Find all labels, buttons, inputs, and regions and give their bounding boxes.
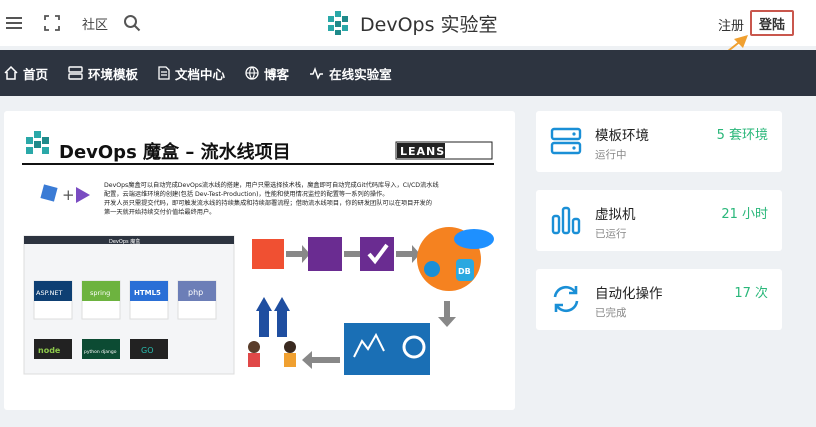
tech-stack-icon: + (40, 184, 90, 204)
banner-image: DevOps 魔盒 – 流水线项目 LEANSOFT + DevOps魔盒可以自… (22, 131, 494, 375)
tile-html5: HTML5 (134, 289, 161, 297)
banner-card[interactable]: DevOps 魔盒 – 流水线项目 LEANSOFT + DevOps魔盒可以自… (4, 111, 515, 410)
community-link[interactable]: 社区 (82, 14, 108, 33)
tile-go: GO (141, 346, 154, 355)
stat-value: 17 次 (734, 286, 768, 301)
stat-card-automation[interactable]: 自动化操作 已完成 17 次 (536, 269, 782, 330)
nav-templates[interactable]: 环境模板 (68, 64, 138, 83)
sync-icon (553, 285, 579, 313)
stat-value: 21 小时 (721, 207, 768, 222)
nav-templates-label: 环境模板 (88, 66, 139, 82)
document-icon (158, 66, 170, 80)
globe-icon (245, 66, 259, 80)
stat-name: 模板环境 (595, 128, 649, 144)
banner-desc-4: 第一天就开始持续交付价值给最终用户。 (104, 208, 215, 216)
tile-node: node (38, 346, 61, 355)
nav-home-label: 首页 (23, 66, 49, 82)
tile-aspnet: ASP.NET (36, 289, 63, 297)
server-icon (550, 127, 582, 155)
menu-icon[interactable] (4, 13, 24, 33)
nav-docs[interactable]: 文档中心 (158, 64, 225, 83)
svg-text:+: + (62, 186, 75, 204)
banner-desc-3: 开发人员只需提交代码，即可触发流水线的持续集成和持续部署流程；借助流水线项目，你… (104, 199, 432, 207)
stat-sub: 已运行 (595, 228, 627, 240)
stat-sub: 运行中 (595, 149, 627, 161)
banner-desc-2: 配置，云端运维环境的创建(包括 Dev-Test-Production)，性能和… (104, 190, 388, 198)
nav-online-lab[interactable]: 在线实验室 (309, 64, 392, 83)
stat-name: 自动化操作 (595, 286, 663, 302)
home-icon (4, 66, 18, 80)
tile-spring: spring (90, 289, 110, 297)
bar-chart-icon (551, 206, 581, 235)
mini-title: DevOps 魔盒 (109, 238, 140, 245)
nav-blog[interactable]: 博客 (245, 64, 289, 83)
stat-card-vm[interactable]: 虚拟机 已运行 21 小时 (536, 190, 782, 251)
pulse-icon (310, 66, 324, 80)
pipeline-diagram: DB (248, 227, 494, 375)
db-label: DB (458, 267, 471, 276)
tile-php: php (188, 288, 203, 297)
banner-desc-1: DevOps魔盒可以自动完成DevOps流水线的搭建，用户只需选择技术栈，魔盒即… (104, 181, 439, 189)
stat-card-templates[interactable]: 模板环境 运行中 5 套环境 (536, 111, 782, 172)
stat-sub: 已完成 (595, 307, 627, 319)
mini-screenshot: DevOps 魔盒 ASP.NET spring HTML5 php node … (23, 235, 235, 375)
nav-blog-label: 博客 (264, 66, 290, 82)
brand[interactable]: DevOps 实验室 (328, 10, 498, 36)
banner-logo-icon (26, 131, 49, 154)
fullscreen-icon[interactable] (42, 13, 62, 33)
stat-value: 5 套环境 (716, 128, 768, 143)
banner-title: DevOps 魔盒 – 流水线项目 (59, 141, 291, 163)
stat-name: 虚拟机 (595, 207, 636, 223)
nav-online-lab-label: 在线实验室 (329, 66, 392, 82)
main-nav: 首页 环境模板 文档中心 博客 在线实验室 (0, 50, 816, 96)
search-icon[interactable] (122, 13, 142, 33)
logo-icon (328, 11, 348, 35)
tile-django: python django (84, 349, 117, 355)
server-icon (68, 66, 83, 80)
brand-title: DevOps 实验室 (360, 13, 498, 36)
nav-docs-label: 文档中心 (175, 66, 226, 82)
nav-home[interactable]: 首页 (4, 64, 48, 83)
vendor-logo: LEANSOFT (400, 145, 473, 158)
